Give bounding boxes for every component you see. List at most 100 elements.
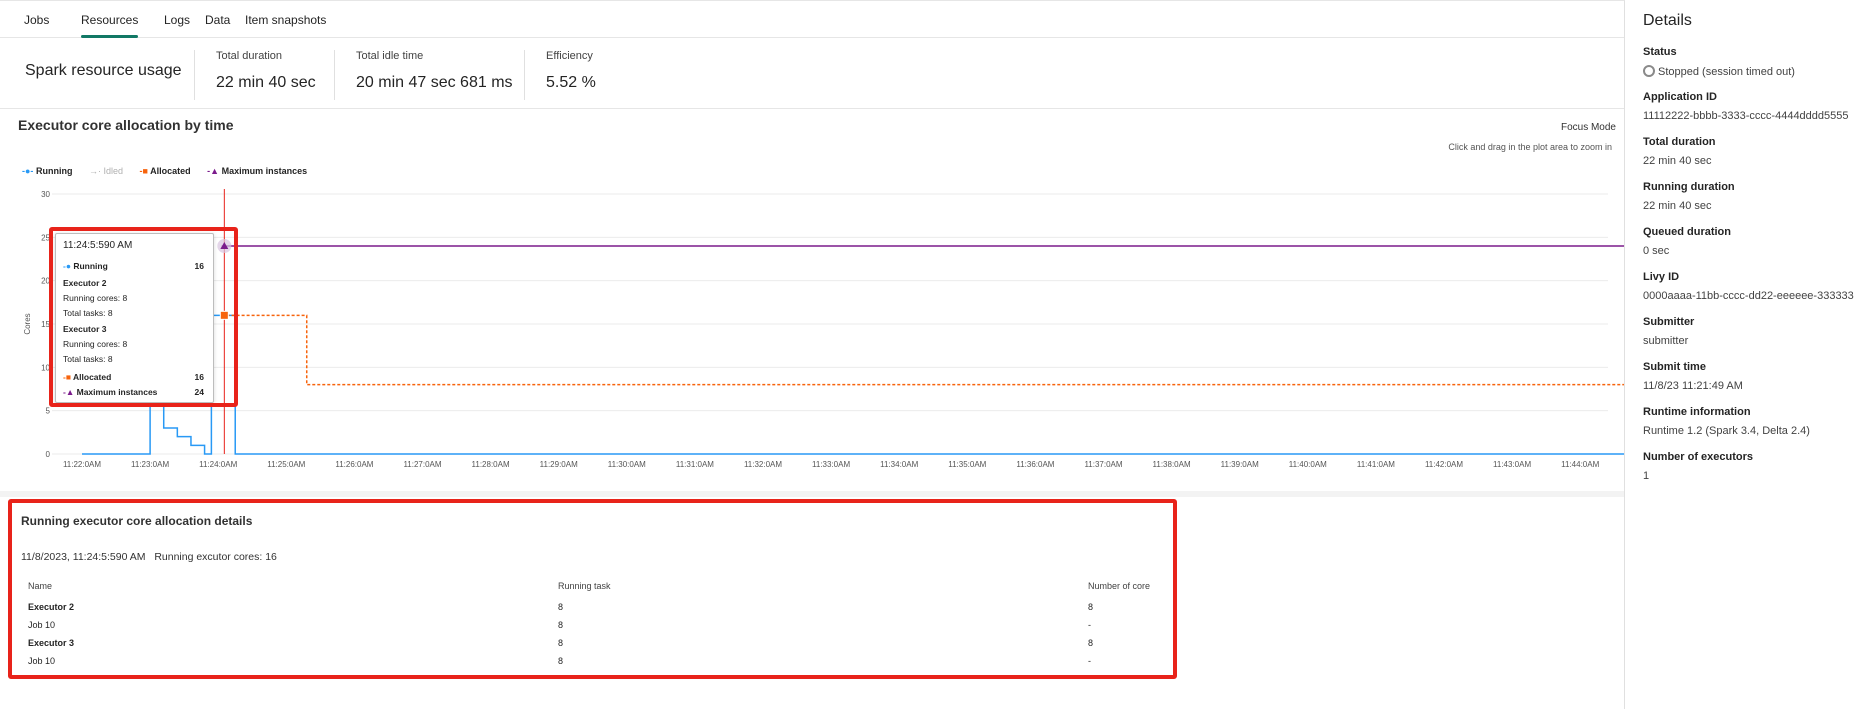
- x-tick-label: 11:34:0AM: [880, 460, 918, 469]
- x-tick-label: 11:31:0AM: [676, 460, 714, 469]
- core-allocation-details-panel: Running executor core allocation details…: [8, 499, 1177, 679]
- legend-allocated[interactable]: -■ Allocated: [140, 166, 191, 176]
- resource-summary: Spark resource usage Total duration 22 m…: [0, 38, 1624, 109]
- tooltip-allocated: -■ Allocated: [63, 372, 111, 382]
- idled-marker-icon: →·: [88, 166, 101, 176]
- tooltip-executor3: Executor 3: [63, 324, 107, 334]
- tooltip-label: Running: [73, 261, 108, 271]
- detail-livy-id: Livy ID 0000aaaa-11bb-cccc-dd22-eeeeee-3…: [1643, 271, 1854, 302]
- row-core: 8: [1088, 638, 1094, 648]
- summary-title: Spark resource usage: [25, 62, 182, 79]
- x-tick-label: 11:23:0AM: [131, 460, 169, 469]
- details-title: Details: [1643, 12, 1692, 29]
- x-tick-label: 11:35:0AM: [948, 460, 986, 469]
- metric-label: Total duration: [216, 50, 283, 62]
- chart-tooltip: 11:24:5:590 AM -● Running 16 Executor 2 …: [55, 233, 214, 403]
- details-table: Name Running task Number of core Executo…: [28, 581, 1178, 674]
- legend-maximum-instances[interactable]: -▲ Maximum instances: [207, 166, 307, 176]
- tooltip-running: -● Running: [63, 261, 108, 271]
- max-marker-icon: -▲: [63, 387, 75, 397]
- x-tick-label: 11:42:0AM: [1425, 460, 1463, 469]
- executor-chart-card: Executor core allocation by time Focus M…: [0, 109, 1624, 497]
- detail-number-of-executors: Number of executors 1: [1643, 451, 1753, 482]
- row-task: 8: [558, 620, 564, 630]
- panel-subtitle: 11/8/2023, 11:24:5:590 AM Running excuto…: [21, 551, 277, 563]
- detail-value: 0 sec: [1643, 245, 1670, 257]
- x-tick-label: 11:28:0AM: [472, 460, 510, 469]
- y-tick-label: 20: [41, 277, 50, 286]
- tab-data[interactable]: Data: [205, 13, 230, 27]
- main-area: Jobs Resources Logs Data Item snapshots …: [0, 0, 1625, 709]
- legend-label: Allocated: [150, 166, 191, 176]
- detail-value: 1: [1643, 470, 1650, 482]
- x-tick-label: 11:33:0AM: [812, 460, 850, 469]
- stopped-status-icon: [1643, 65, 1655, 77]
- x-tick-label: 11:30:0AM: [608, 460, 646, 469]
- x-tick-label: 11:25:0AM: [267, 460, 305, 469]
- detail-queued-duration: Queued duration 0 sec: [1643, 226, 1731, 257]
- x-tick-label: 11:43:0AM: [1493, 460, 1531, 469]
- table-row: Executor 2 8 8: [28, 602, 1178, 620]
- detail-key: Submitter: [1643, 316, 1695, 328]
- panel-running-cores: Running excutor cores: 16: [154, 551, 277, 563]
- tab-item-snapshots[interactable]: Item snapshots: [245, 13, 326, 27]
- metric-value: 5.52 %: [546, 74, 596, 91]
- table-header: Name Running task Number of core: [28, 581, 1178, 599]
- allocated-point-marker: [219, 310, 229, 320]
- x-tick-label: 11:39:0AM: [1221, 460, 1259, 469]
- tab-logs[interactable]: Logs: [164, 13, 190, 27]
- y-tick-label: 0: [46, 450, 51, 459]
- chart-plot[interactable]: 0 5 10 15 20 25 30 Cores 11:22:0AM 11:23:0AM 11:24…: [0, 189, 1624, 489]
- legend-label: Running: [35, 166, 73, 176]
- row-core: -: [1088, 656, 1091, 666]
- detail-submitter: Submitter submitter: [1643, 316, 1694, 347]
- metric-label: Efficiency: [546, 50, 593, 62]
- legend-label: Maximum instances: [221, 166, 308, 176]
- detail-value: 22 min 40 sec: [1643, 200, 1712, 212]
- tab-bar: Jobs Resources Logs Data Item snapshots: [0, 1, 1624, 38]
- metric-value: 20 min 47 sec 681 ms: [356, 74, 513, 91]
- x-tick-label: 11:36:0AM: [1016, 460, 1054, 469]
- row-name: Job 10: [28, 656, 56, 666]
- col-number-of-core: Number of core: [1088, 581, 1151, 591]
- y-tick-label: 15: [41, 320, 50, 329]
- detail-running-duration: Running duration 22 min 40 sec: [1643, 181, 1735, 212]
- tooltip-e3-tasks: Total tasks: 8: [63, 354, 113, 364]
- row-task: 8: [558, 602, 564, 612]
- legend-label: Idled: [103, 166, 124, 176]
- detail-key: Running duration: [1643, 181, 1735, 193]
- max-marker-icon: -▲: [207, 166, 220, 176]
- tooltip-label: Maximum instances: [76, 387, 158, 397]
- detail-runtime-information: Runtime information Runtime 1.2 (Spark 3…: [1643, 406, 1810, 437]
- detail-total-duration: Total duration 22 min 40 sec: [1643, 136, 1716, 167]
- detail-submit-time: Submit time 11/8/23 11:21:49 AM: [1643, 361, 1743, 392]
- y-tick-label: 30: [41, 190, 50, 199]
- metric-label: Total idle time: [356, 50, 424, 62]
- tab-jobs[interactable]: Jobs: [24, 13, 49, 27]
- col-name: Name: [28, 581, 53, 591]
- detail-value: Stopped (session timed out): [1643, 65, 1795, 78]
- tooltip-executor2: Executor 2: [63, 278, 107, 288]
- y-tick-label: 25: [41, 233, 50, 242]
- table-row: Job 10 8 -: [28, 656, 1178, 674]
- allocated-marker-icon: -■: [63, 372, 71, 382]
- detail-key: Number of executors: [1643, 451, 1754, 463]
- focus-mode-button[interactable]: Focus Mode: [1561, 122, 1616, 133]
- detail-value: 0000aaaa-11bb-cccc-dd22-eeeeee-333333: [1643, 290, 1854, 302]
- y-axis-label: Cores: [23, 313, 32, 334]
- x-tick-label: 11:26:0AM: [335, 460, 373, 469]
- status-text: Stopped (session timed out): [1658, 66, 1795, 78]
- details-pane: Details Status Stopped (session timed ou…: [1625, 0, 1864, 708]
- detail-value: Runtime 1.2 (Spark 3.4, Delta 2.4): [1643, 425, 1810, 437]
- metric-efficiency: Efficiency 5.52 %: [524, 50, 596, 100]
- detail-key: Application ID: [1643, 91, 1717, 103]
- metric-total-idle-time: Total idle time 20 min 47 sec 681 ms: [334, 50, 513, 100]
- tooltip-e2-cores: Running cores: 8: [63, 293, 128, 303]
- tab-resources[interactable]: Resources: [81, 13, 139, 38]
- detail-key: Queued duration: [1643, 226, 1731, 238]
- detail-key: Submit time: [1643, 361, 1706, 373]
- legend-running[interactable]: -●- Running: [22, 166, 72, 176]
- legend-idled[interactable]: →· Idled: [89, 166, 123, 176]
- row-core: -: [1088, 620, 1091, 630]
- row-name: Executor 2: [28, 602, 75, 612]
